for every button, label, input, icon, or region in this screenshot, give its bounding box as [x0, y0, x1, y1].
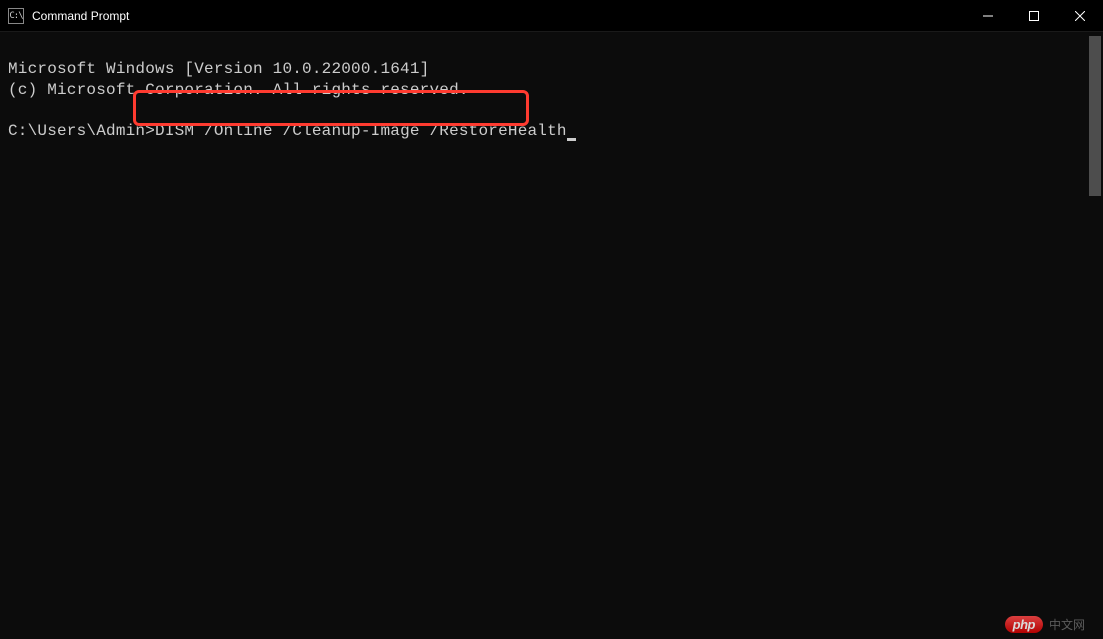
cursor — [567, 138, 576, 141]
maximize-icon — [1029, 11, 1039, 21]
window-controls — [965, 0, 1103, 31]
watermark-pill: php — [1005, 616, 1043, 633]
prompt-text: C:\Users\Admin> — [8, 122, 155, 140]
close-button[interactable] — [1057, 0, 1103, 31]
minimize-button[interactable] — [965, 0, 1011, 31]
maximize-button[interactable] — [1011, 0, 1057, 31]
cmd-icon-label: C:\ — [9, 11, 22, 21]
version-line: Microsoft Windows [Version 10.0.22000.16… — [8, 60, 429, 78]
terminal-body[interactable]: Microsoft Windows [Version 10.0.22000.16… — [0, 32, 1103, 148]
window-title: Command Prompt — [32, 9, 129, 23]
watermark-text: 中文网 — [1049, 616, 1085, 633]
scrollbar-thumb[interactable] — [1089, 36, 1101, 196]
copyright-line: (c) Microsoft Corporation. All rights re… — [8, 81, 469, 99]
cmd-icon: C:\ — [8, 8, 24, 24]
command-text: DISM /Online /Cleanup-Image /RestoreHeal… — [155, 122, 567, 140]
titlebar-left: C:\ Command Prompt — [0, 8, 129, 24]
close-icon — [1075, 11, 1085, 21]
watermark: php 中文网 — [1005, 616, 1085, 633]
titlebar: C:\ Command Prompt — [0, 0, 1103, 32]
minimize-icon — [983, 11, 993, 21]
